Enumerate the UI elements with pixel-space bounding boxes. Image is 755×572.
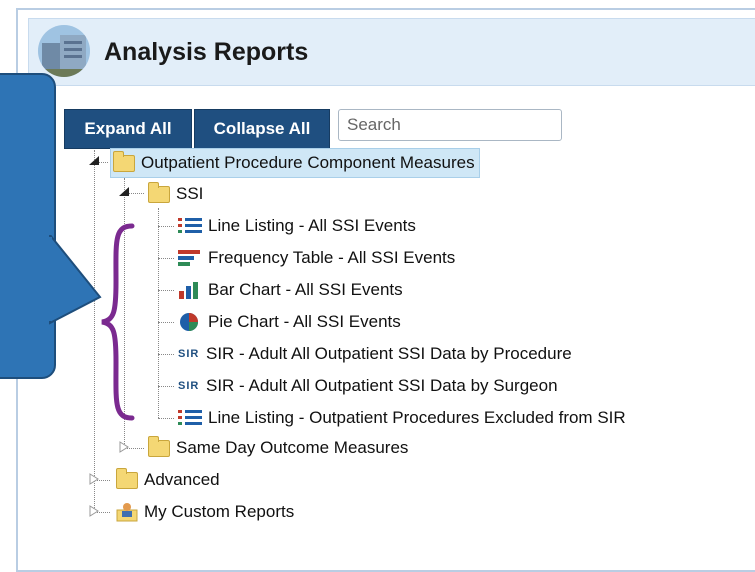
- tree-node-label: SSI: [176, 184, 204, 203]
- collapse-all-button[interactable]: Collapse All: [194, 109, 330, 149]
- page-title: Analysis Reports: [104, 38, 309, 66]
- tree-node-label: Outpatient Procedure Component Measures: [141, 153, 475, 172]
- tree-node-label: Advanced: [144, 470, 220, 489]
- report-bar-chart[interactable]: Bar Chart - All SSI Events: [178, 276, 403, 304]
- tree-node-label: My Custom Reports: [144, 502, 295, 521]
- tree-node-same-day[interactable]: Same Day Outcome Measures: [148, 434, 408, 462]
- sir-icon: SIR: [178, 380, 200, 392]
- callout-pointer: [48, 235, 102, 325]
- sir-icon: SIR: [178, 348, 200, 360]
- tree-node-custom-reports[interactable]: My Custom Reports: [116, 498, 294, 526]
- report-label: SIR - Adult All Outpatient SSI Data by S…: [206, 376, 558, 395]
- user-folder-icon: [116, 503, 138, 522]
- tree-line: [158, 290, 174, 291]
- report-label: Pie Chart - All SSI Events: [208, 312, 401, 331]
- report-pie-chart[interactable]: Pie Chart - All SSI Events: [178, 308, 401, 336]
- bar-chart-icon: [179, 282, 198, 299]
- tree-line: [158, 258, 174, 259]
- expand-arrow-icon[interactable]: [87, 472, 101, 486]
- expand-all-button[interactable]: Expand All: [64, 109, 192, 149]
- line-listing-icon: [178, 410, 202, 425]
- report-label: Line Listing - Outpatient Procedures Exc…: [208, 408, 626, 427]
- report-frequency-table[interactable]: Frequency Table - All SSI Events: [178, 244, 455, 272]
- line-listing-icon: [178, 218, 202, 233]
- expand-arrow-icon[interactable]: [87, 504, 101, 518]
- folder-icon: [148, 181, 170, 203]
- report-line-listing-all-ssi[interactable]: Line Listing - All SSI Events: [178, 212, 416, 240]
- search-input[interactable]: [338, 109, 562, 141]
- report-label: Frequency Table - All SSI Events: [208, 248, 456, 267]
- report-sir-by-procedure[interactable]: SIR SIR - Adult All Outpatient SSI Data …: [178, 340, 572, 368]
- tree-line: [158, 354, 174, 355]
- report-label: SIR - Adult All Outpatient SSI Data by P…: [206, 344, 572, 363]
- report-label: Line Listing - All SSI Events: [208, 216, 416, 235]
- report-sir-by-surgeon[interactable]: SIR SIR - Adult All Outpatient SSI Data …: [178, 372, 558, 400]
- tree-node-ssi[interactable]: SSI: [148, 180, 203, 208]
- report-label: Bar Chart - All SSI Events: [208, 280, 403, 299]
- folder-icon: [148, 435, 170, 457]
- building-logo-icon: [38, 25, 90, 77]
- collapse-arrow-icon[interactable]: [87, 155, 101, 167]
- tree-line: [158, 226, 174, 227]
- tree-node-advanced[interactable]: Advanced: [116, 466, 220, 494]
- callout-bubble: [0, 73, 56, 379]
- frequency-table-icon: [178, 250, 200, 266]
- collapse-arrow-icon[interactable]: [117, 186, 131, 198]
- tree-line: [94, 150, 95, 512]
- tree-line: [158, 386, 174, 387]
- folder-icon: [113, 150, 135, 172]
- tree-node-label: Same Day Outcome Measures: [176, 438, 409, 457]
- tree-node-outpatient-procedure[interactable]: Outpatient Procedure Component Measures: [110, 148, 480, 178]
- pie-chart-icon: [180, 313, 198, 331]
- report-line-listing-excluded[interactable]: Line Listing - Outpatient Procedures Exc…: [178, 404, 626, 432]
- folder-icon: [116, 467, 138, 489]
- tree-line: [158, 322, 174, 323]
- expand-arrow-icon[interactable]: [117, 440, 131, 454]
- tree-line: [158, 418, 174, 419]
- curly-brace-icon: [101, 223, 135, 421]
